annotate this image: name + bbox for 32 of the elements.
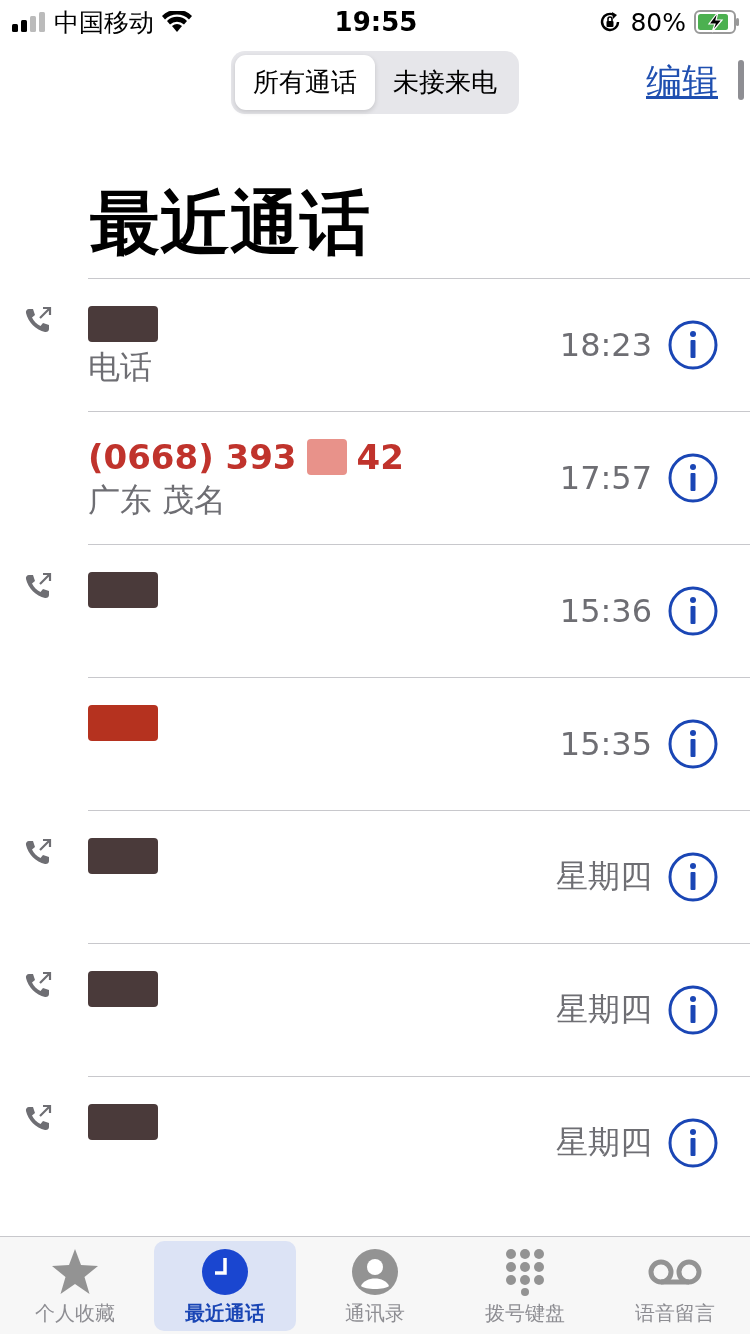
info-icon[interactable] (668, 852, 718, 902)
call-time: 星期四 (556, 989, 652, 1030)
call-time: 15:35 (559, 725, 652, 763)
carrier-name: 中国移动 (54, 6, 154, 39)
call-time: 18:23 (559, 326, 652, 364)
info-icon[interactable] (668, 320, 718, 370)
info-icon[interactable] (668, 453, 718, 503)
battery-percent: 80% (630, 7, 686, 37)
call-time: 星期四 (556, 1122, 652, 1163)
clock-icon (201, 1248, 249, 1296)
call-subtitle: 电话 (88, 347, 152, 388)
signal-icon (12, 12, 46, 32)
info-icon[interactable] (668, 586, 718, 636)
call-time: 17:57 (559, 459, 652, 497)
contact-icon (351, 1248, 399, 1296)
edit-link[interactable]: 编辑 (646, 58, 718, 107)
caller-name: (0668) 393 (88, 437, 297, 477)
info-icon[interactable] (668, 1118, 718, 1168)
call-subtitle: 广东 茂名 (88, 480, 227, 521)
star-icon (50, 1248, 100, 1296)
filter-segment[interactable]: 所有通话 (235, 54, 375, 110)
info-icon[interactable] (668, 719, 718, 769)
info-icon[interactable] (668, 985, 718, 1035)
wifi-icon (162, 11, 192, 33)
clock-time: 19:55 (334, 7, 418, 37)
battery-charging-icon (694, 10, 740, 34)
page-title: 最近通话 (89, 181, 371, 266)
filter-segment[interactable]: 未接来电 (375, 54, 515, 110)
call-time: 15:36 (559, 592, 652, 630)
tab-bar-item[interactable]: 最近通话 (154, 1241, 296, 1331)
caller-name: 42 (356, 437, 404, 477)
call-time: 星期四 (556, 856, 652, 897)
